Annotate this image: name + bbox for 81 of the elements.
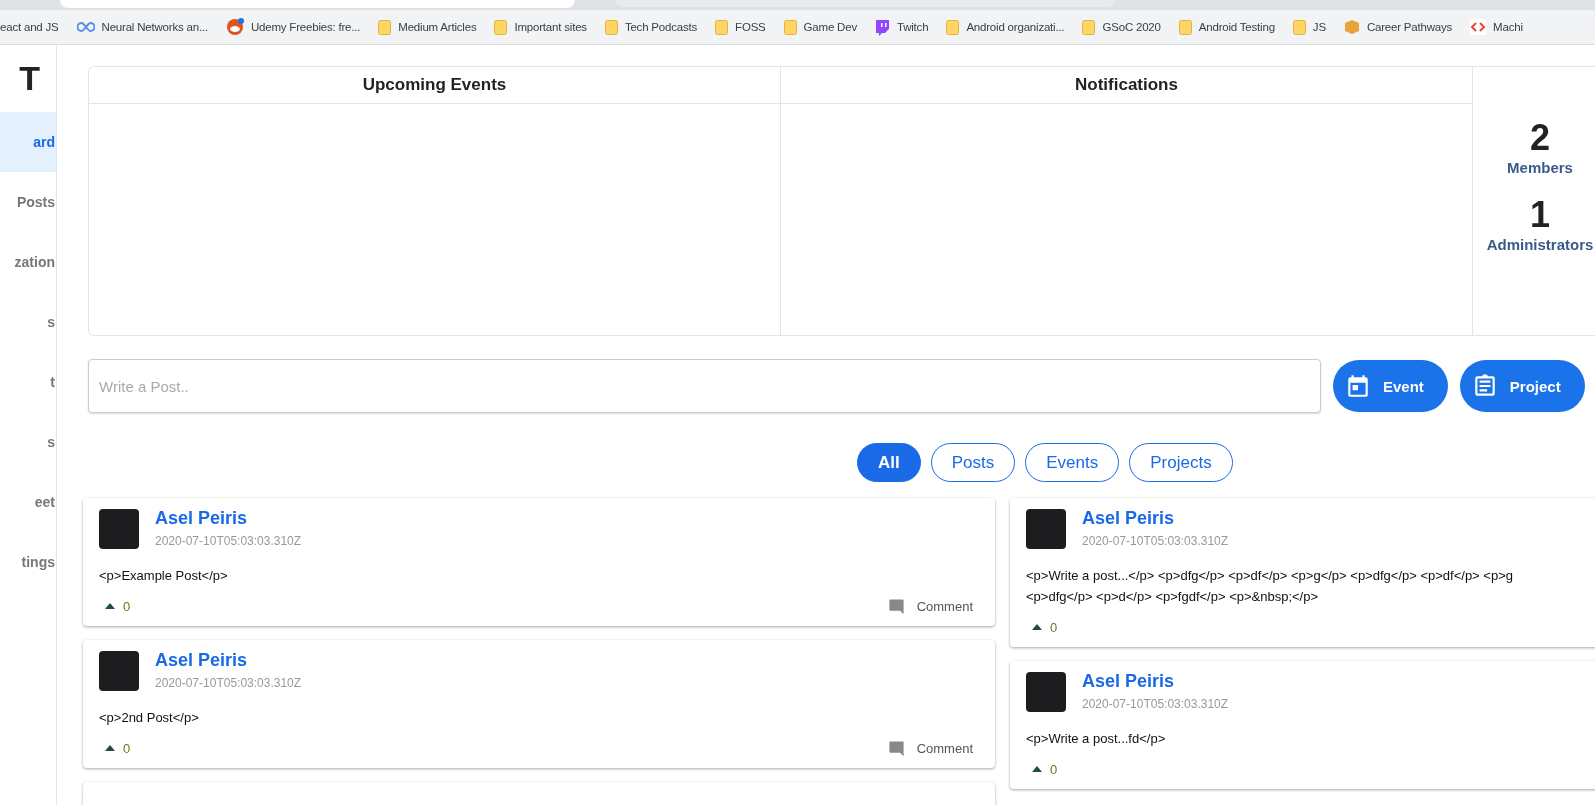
filter-chip[interactable]: Posts: [930, 443, 1016, 482]
bookmark-link[interactable]: Android organizati...: [946, 19, 1065, 35]
folder-icon: [715, 19, 729, 35]
bookmark-link[interactable]: GSoC 2020: [1082, 19, 1161, 35]
author-link[interactable]: Asel Peiris: [1082, 508, 1175, 528]
post-text: <p>dfg</p> <p>d</p> <p>fgdf</p> <p>&nbsp;</p>: [1026, 588, 1320, 606]
infinity-icon: [76, 22, 95, 32]
author-link[interactable]: Asel Peiris: [1082, 671, 1175, 691]
calendar-icon: [1345, 373, 1371, 399]
panel-title: Upcoming Events: [89, 67, 780, 104]
bookmark-link[interactable]: Neural Networks an...: [76, 21, 208, 33]
folder-icon: [1292, 19, 1306, 35]
post-date: 2020-07-10T05:03:03.310Z: [1082, 534, 1229, 548]
triangle-up-icon: [1032, 766, 1042, 772]
bookmark-link[interactable]: Medium Articles: [378, 19, 477, 35]
triangle-up-icon: [1032, 624, 1042, 630]
bookmark-link[interactable]: Android Testing: [1178, 19, 1275, 35]
sidebar-item[interactable]: zation: [0, 232, 56, 292]
filter-chip[interactable]: Events: [1025, 443, 1120, 482]
bookmark-link[interactable]: Game Dev: [783, 19, 857, 35]
author-link[interactable]: Asel Peiris: [155, 508, 248, 528]
author-link[interactable]: Asel Peiris: [155, 650, 248, 670]
folder-icon: [494, 19, 508, 35]
photo-placeholder: [1026, 672, 1066, 712]
upvote-button[interactable]: 0: [99, 740, 131, 756]
bookmark-link[interactable]: Twitch: [874, 18, 929, 36]
bookmark-link[interactable]: FOSS: [715, 19, 766, 35]
sidebar-item[interactable]: s: [0, 412, 56, 472]
post-text: <p>Write a post...</p> <p>dfg</p> <p>df</p> <p>g</p> <p>dfg</p> <p>df</p> <p>g: [1026, 567, 1514, 585]
bookmark-link[interactable]: Udemy Freebies: fre...: [225, 18, 361, 36]
folder-icon: [378, 19, 392, 35]
code-icon: [1470, 19, 1487, 35]
logo-text: T: [18, 58, 41, 99]
post-text: <p>Example Post</p>: [99, 567, 229, 585]
create-button[interactable]: Project: [1459, 360, 1585, 412]
bookmark-link[interactable]: Career Pathways: [1343, 19, 1453, 35]
post-date: 2020-07-10T05:03:03.310Z: [1082, 697, 1229, 711]
sidebar-item[interactable]: Posts: [0, 172, 56, 232]
filter-chip[interactable]: Projects: [1129, 443, 1233, 482]
folder-icon: [1082, 19, 1096, 35]
bookmark-link[interactable]: Tech Podcasts: [604, 19, 698, 35]
bookmark-link[interactable]: JS: [1292, 19, 1326, 35]
triangle-up-icon: [105, 745, 115, 751]
chat-icon: [874, 18, 890, 36]
panel-title: Notifications: [781, 67, 1472, 104]
triangle-up-icon: [105, 603, 115, 609]
stat-label: Administrators: [1486, 236, 1594, 253]
upvote-button[interactable]: 0: [1026, 619, 1058, 635]
photo-placeholder: [1026, 509, 1066, 549]
post-text: <p>Write a post...fd</p>: [1026, 730, 1167, 748]
stat-label: Members: [1507, 159, 1573, 176]
folder-icon: [783, 19, 797, 35]
folder-icon: [604, 19, 618, 35]
post-text: <p>2nd Post</p>: [99, 709, 200, 727]
comment-icon: [887, 597, 905, 615]
alien-icon: [225, 18, 244, 36]
post-date: 2020-07-10T05:03:03.310Z: [155, 676, 302, 690]
upvote-button[interactable]: 0: [1026, 761, 1058, 777]
comment-icon: [887, 739, 905, 757]
upvote-button[interactable]: 0: [99, 598, 131, 614]
create-button[interactable]: Event: [1333, 360, 1448, 412]
post-input-field[interactable]: Write a Post..: [88, 359, 1321, 413]
comment-button[interactable]: Comment: [881, 738, 979, 758]
bookmark-link[interactable]: eact and JS: [0, 21, 59, 33]
sidebar-item[interactable]: eet: [0, 472, 56, 532]
stat-value: 2: [1530, 117, 1550, 159]
sidebar-item[interactable]: s: [0, 292, 56, 352]
sidebar-item[interactable]: t: [0, 352, 56, 412]
box-icon: [1343, 19, 1360, 35]
post-date: 2020-07-10T05:03:03.310Z: [155, 534, 302, 548]
bookmark-link[interactable]: Important sites: [494, 19, 587, 35]
filter-chip[interactable]: All: [857, 443, 921, 482]
photo-placeholder: [99, 651, 139, 691]
sidebar-item[interactable]: ard: [0, 112, 56, 172]
sidebar-item[interactable]: tings: [0, 532, 56, 592]
folder-icon: [1178, 19, 1192, 35]
bookmark-link[interactable]: Machi: [1470, 19, 1523, 35]
comment-button[interactable]: Comment: [881, 596, 979, 616]
photo-placeholder: [99, 509, 139, 549]
stat-value: 1: [1530, 194, 1550, 236]
folder-icon: [946, 19, 960, 35]
